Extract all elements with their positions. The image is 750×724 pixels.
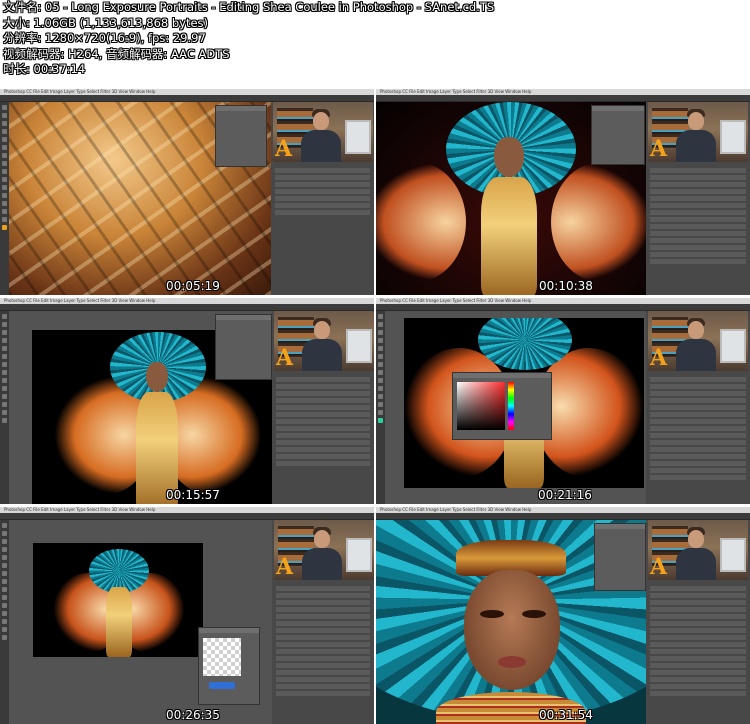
layers-panel: A: [646, 520, 750, 724]
thumbnail-3[interactable]: Photoshop CC File Edit Image Layer Type …: [0, 298, 374, 504]
toolbar: [0, 311, 9, 504]
instructor-webcam: A: [648, 311, 748, 371]
hue-slider[interactable]: [508, 382, 514, 430]
layers-panel: A: [646, 311, 750, 504]
adjustment-dialog: [215, 105, 267, 167]
curves-dialog: [594, 523, 646, 591]
timestamp: 00:26:35: [166, 708, 220, 722]
ok-button[interactable]: [209, 682, 235, 689]
resolution-line: 分辨率: 1280×720(16:9), fps: 29.97: [3, 31, 206, 46]
properties-dialog: [591, 105, 645, 165]
transparency-preview: [203, 638, 241, 676]
layers-panel: A: [272, 311, 374, 504]
options-bar: [376, 513, 750, 520]
instructor-webcam: A: [274, 520, 374, 580]
toolbar: [0, 102, 9, 295]
timestamp: 00:10:38: [539, 279, 593, 293]
options-bar: [0, 304, 374, 311]
layer-style-dialog: [215, 314, 272, 380]
thumbnail-5[interactable]: Photoshop CC File Edit Image Layer Type …: [0, 507, 374, 724]
toolbar: [0, 520, 9, 724]
thumbnail-4[interactable]: Photoshop CC File Edit Image Layer Type …: [376, 298, 750, 504]
layer-mask-dialog: [198, 627, 260, 705]
portrait-canvas: [33, 543, 203, 657]
layers-panel: A: [646, 102, 750, 295]
instructor-webcam: A: [273, 102, 373, 162]
codec-line: 视频解码器: H264, 音频解码器: AAC ADTS: [3, 46, 230, 61]
toolbar: [376, 311, 385, 504]
duration-line: 时长: 00:37:14: [3, 62, 86, 77]
timestamp: 00:05:19: [166, 279, 220, 293]
thumbnail-6[interactable]: Photoshop CC File Edit Image Layer Type …: [376, 507, 750, 724]
color-field[interactable]: [457, 382, 505, 430]
instructor-webcam: A: [648, 102, 748, 162]
layers-panel: A: [271, 102, 374, 295]
instructor-webcam: A: [274, 311, 374, 371]
layers-panel: A: [272, 520, 374, 724]
video-info-header: 文件名: 05 - Long Exposure Portraits - Edit…: [3, 0, 747, 78]
options-bar: [376, 304, 750, 311]
instructor-webcam: A: [648, 520, 748, 580]
timestamp: 00:31:54: [539, 708, 593, 722]
options-bar: [376, 95, 750, 102]
thumbnail-2[interactable]: Photoshop CC File Edit Image Layer Type …: [376, 89, 750, 295]
filename-line: 文件名: 05 - Long Exposure Portraits - Edit…: [3, 0, 495, 14]
options-bar: [0, 95, 374, 102]
timestamp: 00:21:16: [538, 488, 592, 502]
size-line: 大小: 1.06GB (1,133,613,868 bytes): [3, 15, 209, 30]
timestamp: 00:15:57: [166, 488, 220, 502]
thumbnail-1[interactable]: Photoshop CC File Edit Image Layer Type …: [0, 89, 374, 295]
options-bar: [0, 513, 374, 520]
color-picker-dialog: [452, 372, 552, 440]
